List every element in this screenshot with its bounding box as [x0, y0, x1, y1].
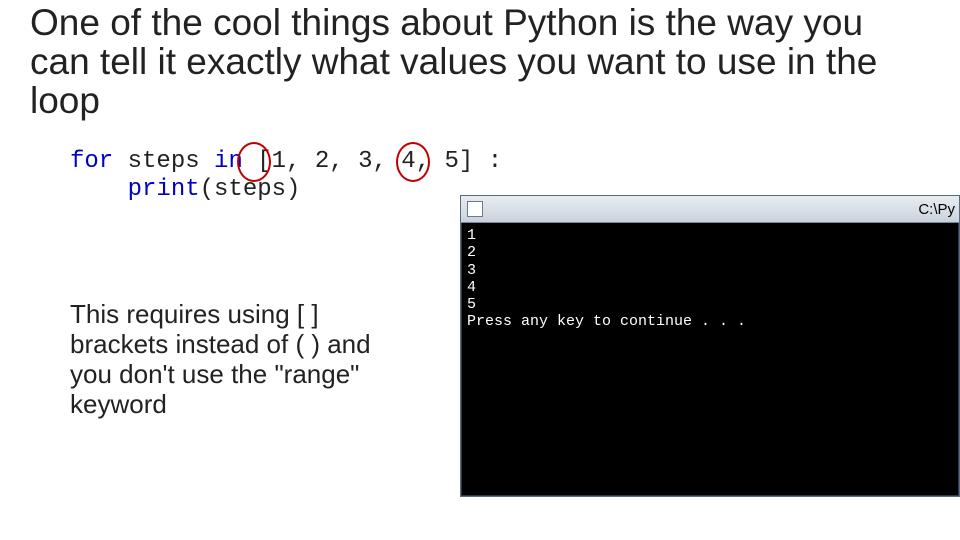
- code-block: for steps in [1, 2, 3, 4, 5] : print(ste…: [70, 148, 502, 203]
- highlight-circle-left-bracket: [237, 142, 271, 182]
- slide-headline: One of the cool things about Python is t…: [30, 4, 930, 121]
- keyword-for: for: [70, 148, 113, 175]
- code-text: [1, 2, 3, 4, 5] :: [243, 148, 502, 175]
- code-indent: [70, 176, 128, 203]
- code-text: steps: [113, 148, 214, 175]
- terminal-output: 1 2 3 4 5 Press any key to continue . . …: [461, 223, 959, 335]
- terminal-titlebar: C:\Py: [461, 196, 959, 223]
- slide-note: This requires using [ ] brackets instead…: [70, 300, 400, 420]
- keyword-print: print: [128, 176, 200, 203]
- highlight-circle-right-bracket: [396, 142, 430, 182]
- terminal-window: C:\Py 1 2 3 4 5 Press any key to continu…: [460, 195, 960, 497]
- terminal-icon: [467, 201, 483, 217]
- terminal-title: C:\Py: [918, 201, 955, 218]
